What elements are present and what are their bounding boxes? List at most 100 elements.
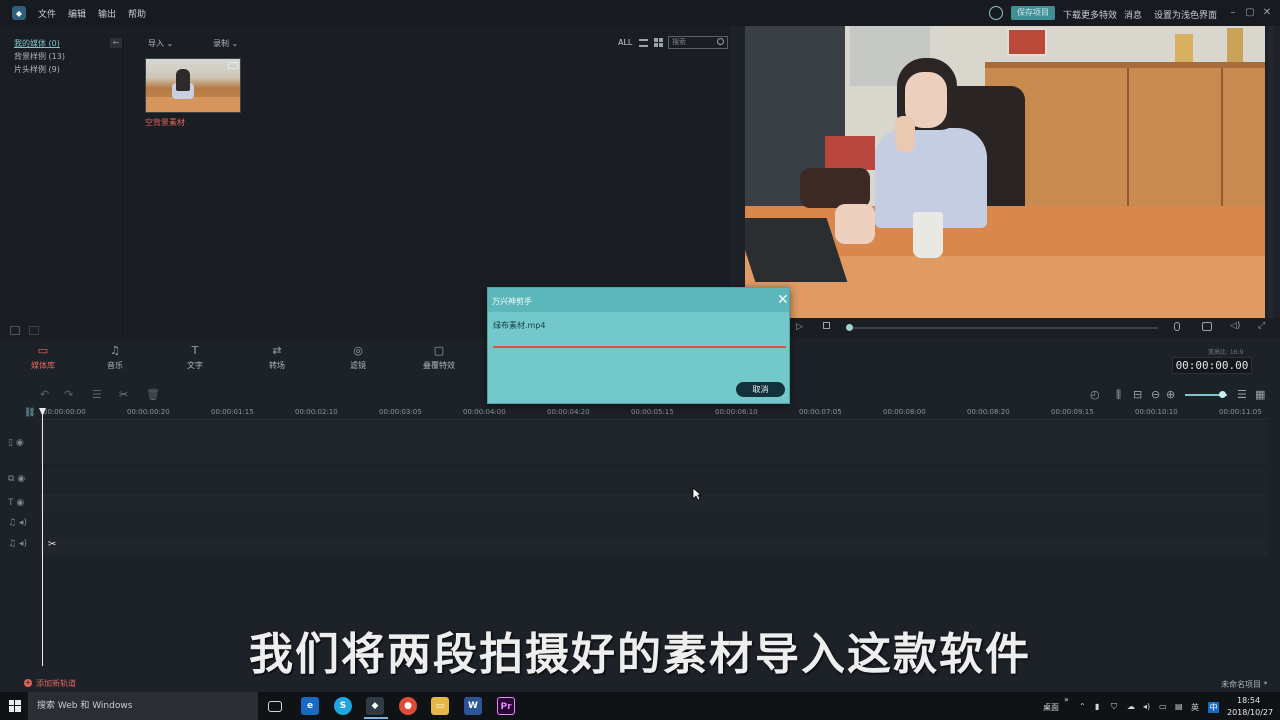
windows-start-icon[interactable] [9, 700, 21, 712]
menu-lines-icon[interactable]: ☰ [1237, 388, 1247, 401]
menu-edit[interactable]: 编辑 [68, 7, 86, 20]
audio-track[interactable] [40, 537, 1268, 555]
library-item-intro-samples[interactable]: 片头样例 (9) [14, 64, 60, 75]
edge-browser-icon[interactable]: e [301, 697, 319, 715]
tool-filter[interactable]: ◎ 滤镜 [336, 345, 380, 371]
download-effects-link[interactable]: 下载更多特效 [1063, 8, 1117, 21]
network-icon[interactable]: ▭ [1159, 702, 1167, 711]
media-thumbnail[interactable] [145, 58, 241, 113]
library-item-background-samples[interactable]: 背景样例 (13) [14, 51, 65, 62]
minimize-icon[interactable]: – [1227, 7, 1239, 19]
tool-media-library[interactable]: ▭ 媒体库 [21, 345, 65, 371]
ruler-tick: 00:00:01:15 [211, 408, 254, 416]
delete-icon[interactable]: 🗑 [146, 388, 160, 401]
zoom-slider-handle[interactable] [1219, 391, 1226, 398]
library-item-my-media[interactable]: 我的媒体 (0) [14, 38, 60, 49]
notification-icon[interactable]: ▤ [1175, 702, 1183, 711]
volume-icon[interactable]: ◂) [1143, 702, 1150, 711]
add-track-icon[interactable]: + [24, 679, 32, 687]
ime-label[interactable]: 英 [1191, 702, 1199, 713]
cut-icon[interactable]: ✂ [119, 388, 128, 401]
battery-icon[interactable]: ▮ [1095, 702, 1099, 711]
task-view-icon[interactable] [268, 701, 282, 712]
add-track-button[interactable]: 添加新轨道 [36, 678, 76, 689]
close-icon[interactable]: ✕ [1261, 7, 1273, 19]
shield-icon[interactable]: ⛉ [1111, 702, 1117, 712]
desktop-label[interactable]: 桌面 [1043, 702, 1059, 713]
menu-file[interactable]: 文件 [38, 7, 56, 20]
folder-icon[interactable] [29, 326, 39, 335]
music-track[interactable] [40, 515, 1268, 535]
word-icon[interactable]: W [464, 697, 482, 715]
tool-text[interactable]: T 文字 [173, 345, 217, 371]
ruler-tick: 00:00:00:20 [127, 408, 170, 416]
zoom-out-icon[interactable]: ⊖ [1151, 388, 1160, 401]
text-track-icon: T ◉ [8, 498, 25, 508]
filmora-app-icon[interactable]: ◆ [366, 697, 384, 715]
snapshot-icon[interactable] [1202, 322, 1212, 331]
account-icon[interactable] [989, 6, 1003, 20]
media-thumbnail-label: 空背景素材 [145, 118, 185, 127]
record-dropdown[interactable]: 录制 ⌄ [213, 38, 238, 49]
speed-icon[interactable]: ◴ [1090, 388, 1100, 401]
pip-track-icon: ⧉ ◉ [8, 474, 26, 484]
microphone-icon[interactable] [1174, 322, 1180, 331]
volume-icon[interactable]: ◁) [1230, 321, 1240, 331]
tool-overlay[interactable]: ▢ 叠覆特效 [417, 345, 461, 371]
redo-icon[interactable]: ↷ [64, 388, 73, 401]
project-name: 未命名项目 * [1221, 680, 1268, 689]
menu-export[interactable]: 输出 [98, 7, 116, 20]
link-icon[interactable]: ⛓ [24, 408, 35, 418]
grid-view-icon[interactable] [654, 38, 663, 47]
ime-icon[interactable]: 中 [1208, 702, 1219, 713]
filter-all[interactable]: ALL [618, 38, 632, 47]
pip-track[interactable] [40, 467, 1268, 491]
clock-time[interactable]: 18:54 [1237, 696, 1260, 705]
messages-link[interactable]: 消息 [1124, 8, 1142, 21]
scissors-icon[interactable]: ✂ [48, 539, 56, 550]
preview-scrollbar[interactable] [1268, 26, 1274, 318]
play-icon[interactable]: ▷ [796, 322, 803, 332]
import-dropdown[interactable]: 导入 ⌄ [148, 38, 173, 49]
library-sidebar: 我的媒体 (0) 背景样例 (13) 片头样例 (9) [0, 26, 124, 340]
theme-toggle-link[interactable]: 设置为浅色界面 [1154, 8, 1217, 21]
cancel-button[interactable]: 取消 [736, 382, 785, 397]
fit-timeline-icon[interactable]: ⊟ [1133, 388, 1142, 401]
video-track[interactable] [40, 422, 1268, 464]
skype-icon[interactable]: S [334, 697, 352, 715]
cloud-icon[interactable]: ☁ [1127, 702, 1135, 711]
preview-mug [913, 212, 943, 258]
save-project-button[interactable]: 保存项目 [1011, 6, 1055, 20]
stop-icon[interactable] [823, 322, 830, 329]
tray-expand-icon[interactable]: ⌃ [1079, 702, 1086, 711]
chrome-icon[interactable]: ● [399, 697, 417, 715]
chevron-icon[interactable]: » [1064, 695, 1069, 704]
ruler-tick: 00:00:00:00 [43, 408, 86, 416]
grid-icon[interactable]: ▦ [1255, 388, 1265, 401]
clock-date[interactable]: 2018/10/27 [1227, 708, 1273, 717]
settings-list-icon[interactable]: ☰ [92, 388, 102, 401]
tool-music[interactable]: ♫ 音乐 [93, 345, 137, 371]
playback-scrubber[interactable] [848, 327, 1158, 329]
ruler-tick: 00:00:10:10 [1135, 408, 1178, 416]
audio-mixer-icon[interactable]: ⫼ [1116, 388, 1121, 402]
list-view-icon[interactable] [639, 39, 648, 47]
file-explorer-icon[interactable]: ▭ [431, 697, 449, 715]
text-track[interactable] [40, 493, 1268, 513]
undo-icon[interactable]: ↶ [40, 388, 49, 401]
ruler-tick: 00:00:08:20 [967, 408, 1010, 416]
collapse-sidebar-icon[interactable]: ← [110, 38, 122, 48]
maximize-icon[interactable]: ▢ [1244, 7, 1256, 19]
close-icon[interactable]: ✕ [777, 293, 789, 307]
add-folder-icon[interactable] [10, 326, 20, 335]
taskbar-search-input[interactable]: 搜索 Web 和 Windows [28, 692, 258, 720]
tool-transition[interactable]: ⇄ 转场 [255, 345, 299, 371]
app-logo-icon: ◆ [12, 6, 26, 20]
preview-viewer[interactable] [745, 26, 1265, 318]
scrubber-handle[interactable] [846, 324, 853, 331]
premiere-icon[interactable]: Pr [497, 697, 515, 715]
search-icon[interactable] [717, 38, 724, 45]
menu-help[interactable]: 帮助 [128, 7, 146, 20]
zoom-in-icon[interactable]: ⊕ [1166, 388, 1175, 401]
fullscreen-icon[interactable]: ⤢ [1258, 321, 1265, 331]
